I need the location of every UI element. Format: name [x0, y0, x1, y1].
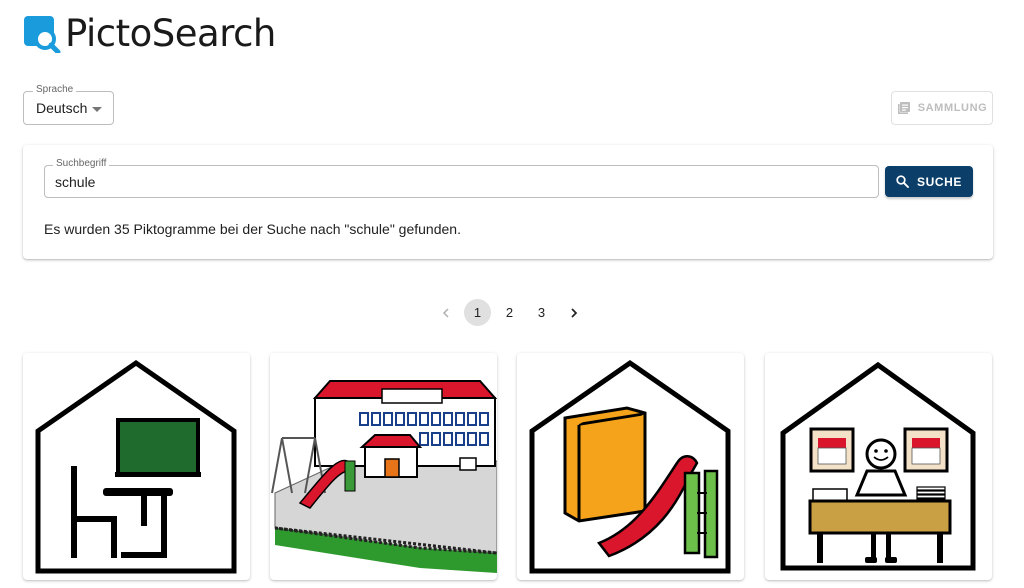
app-title: PictoSearch — [65, 12, 276, 55]
result-count-text: Es wurden 35 Piktogramme bei der Suche n… — [44, 221, 461, 237]
page-button-1[interactable]: 1 — [464, 299, 491, 326]
page-button-3[interactable]: 3 — [528, 299, 555, 326]
language-select[interactable]: Sprache Deutsch — [23, 84, 114, 125]
previous-page-button[interactable] — [432, 299, 459, 326]
dropdown-caret-icon — [92, 107, 102, 112]
language-select-label: Sprache — [33, 84, 77, 95]
app-logo[interactable]: PictoSearch — [23, 12, 276, 55]
next-page-button[interactable] — [560, 299, 587, 326]
pictogram-card[interactable] — [517, 353, 744, 580]
school-house-book-slide-pictogram — [529, 359, 731, 574]
search-icon — [896, 175, 909, 188]
search-button-label: SUCHE — [916, 174, 962, 189]
pictogram-card[interactable] — [765, 353, 992, 580]
school-house-desk-board-pictogram — [35, 359, 237, 574]
search-input-value: schule — [55, 174, 96, 190]
page-button-2[interactable]: 2 — [496, 299, 523, 326]
collection-library-icon — [897, 102, 910, 114]
chevron-left-icon — [442, 307, 449, 318]
pagination: 1 2 3 — [432, 299, 592, 326]
logo-magnifier-icon — [24, 15, 61, 53]
pictogram-card[interactable] — [23, 353, 250, 580]
collection-button[interactable]: SAMMLUNG — [891, 91, 993, 125]
pictogram-card[interactable] — [270, 353, 497, 580]
search-input[interactable]: Suchbegriff schule — [44, 158, 879, 198]
language-select-value: Deutsch — [36, 100, 88, 116]
school-house-teacher-pictogram — [780, 361, 976, 571]
collection-button-label: SAMMLUNG — [917, 102, 988, 114]
search-card: Suchbegriff schule SUCHE Es wurden 35 Pi… — [23, 145, 993, 259]
school-building-playground-pictogram — [271, 380, 497, 573]
search-input-label: Suchbegriff — [53, 158, 110, 169]
search-button[interactable]: SUCHE — [885, 166, 973, 197]
chevron-right-icon — [570, 307, 577, 318]
